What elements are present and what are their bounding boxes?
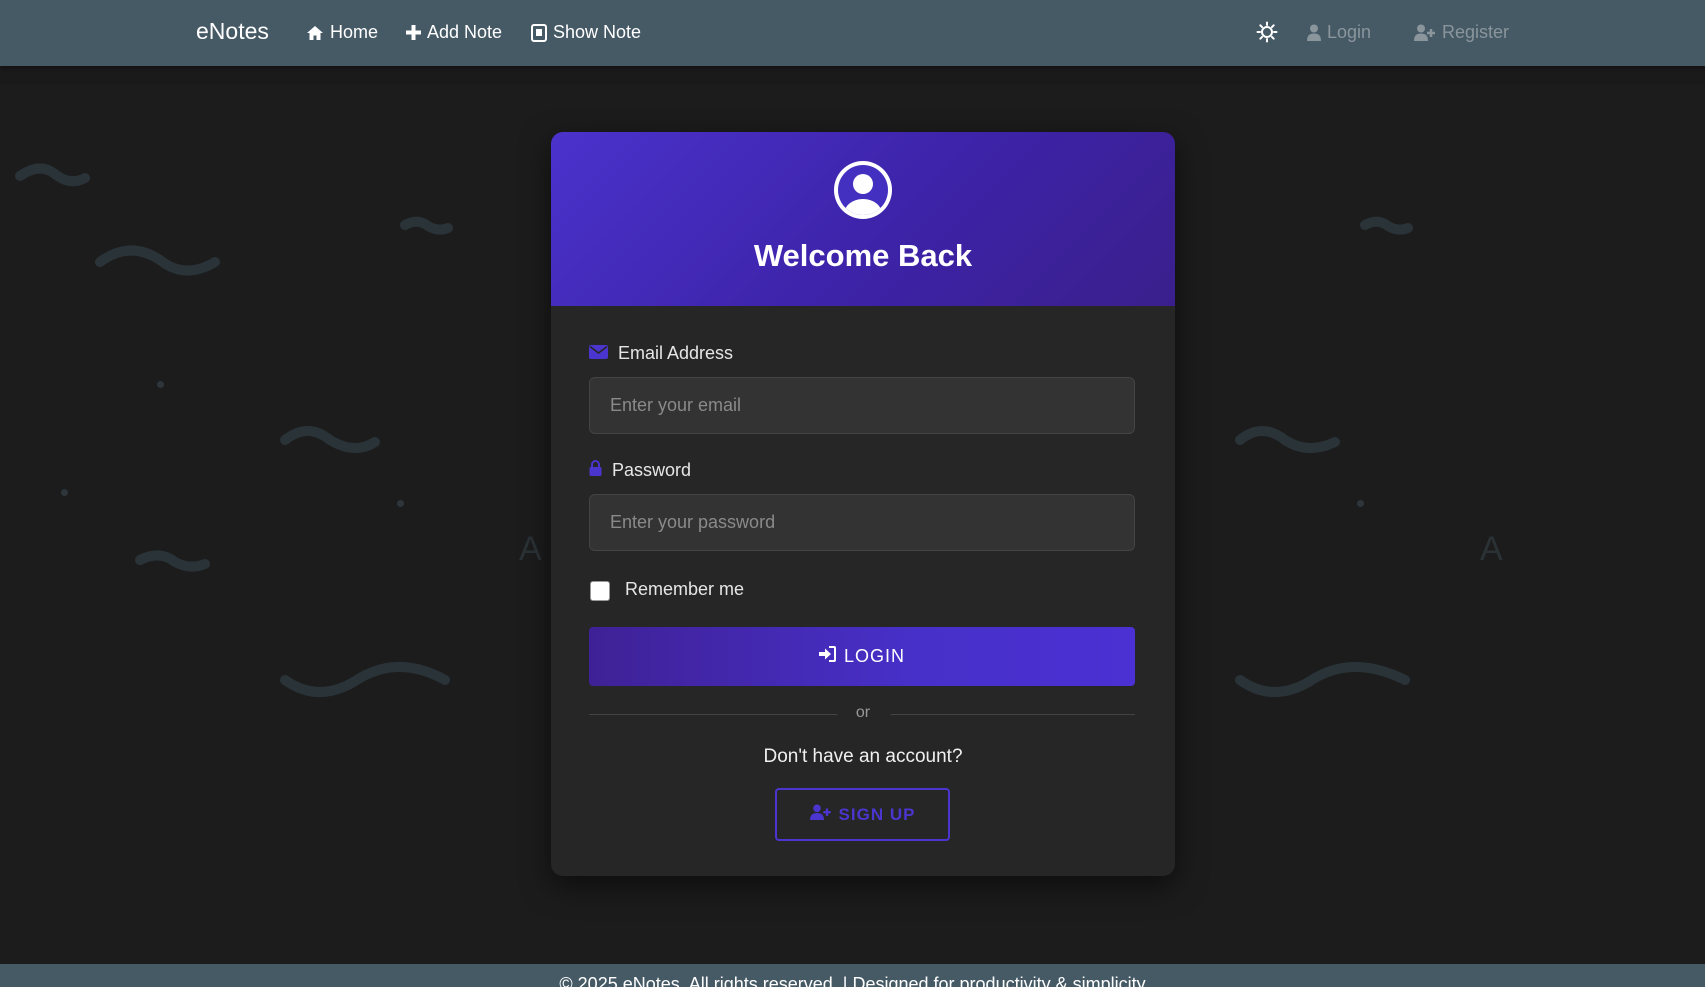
login-card: Welcome Back Email Address Password Reme… — [551, 132, 1175, 876]
nav-add-note-label: Add Note — [427, 22, 503, 42]
footer-text: © 2025 eNotes. All rights reserved. | De… — [559, 974, 1146, 987]
remember-me-checkbox[interactable] — [590, 581, 610, 601]
user-circle-icon — [833, 160, 893, 225]
email-label: Email Address — [589, 343, 733, 364]
user-plus-icon — [809, 804, 831, 825]
background-dot — [1357, 500, 1364, 507]
divider-line-right — [891, 714, 1135, 715]
nav-login-label: Login — [1327, 22, 1372, 42]
signup-button[interactable]: SIGN UP — [775, 788, 950, 841]
remember-me-label[interactable]: Remember me — [625, 579, 744, 600]
background-dot — [157, 381, 164, 388]
home-icon — [306, 25, 324, 41]
nav-home[interactable]: Home — [306, 22, 378, 43]
nav-register-label: Register — [1442, 22, 1510, 42]
login-button[interactable]: LOGIN — [589, 627, 1135, 686]
user-icon — [1307, 24, 1321, 41]
signup-prompt: Don't have an account? — [763, 746, 963, 767]
brand-logo[interactable]: eNotes — [196, 18, 269, 45]
envelope-icon — [589, 343, 608, 364]
password-label-text: Password — [612, 460, 692, 480]
navbar-shadow-strip — [0, 66, 1705, 84]
nav-show-note[interactable]: Show Note — [531, 22, 641, 43]
sun-icon — [1256, 21, 1278, 47]
lock-icon — [589, 460, 602, 481]
email-input[interactable] — [589, 377, 1135, 434]
card-header: Welcome Back — [551, 132, 1175, 306]
page-title: Welcome Back — [753, 238, 973, 273]
plus-icon — [406, 25, 421, 40]
login-button-label: LOGIN — [843, 646, 905, 666]
background-glyph: A — [519, 530, 542, 568]
nav-add-note[interactable]: Add Note — [406, 22, 502, 43]
divider-text: or — [855, 704, 871, 721]
nav-home-label: Home — [330, 22, 379, 42]
nav-show-note-label: Show Note — [553, 22, 642, 42]
background-glyph: A — [1480, 530, 1503, 568]
sign-in-icon — [818, 646, 836, 667]
theme-toggle-button[interactable] — [1256, 21, 1278, 48]
footer: © 2025 eNotes. All rights reserved. | De… — [0, 964, 1705, 987]
navbar: eNotes Home Add Note Show Note Login Reg… — [0, 0, 1705, 66]
background-dot — [61, 489, 68, 496]
note-icon — [531, 23, 547, 42]
nav-login[interactable]: Login — [1307, 22, 1371, 43]
nav-register[interactable]: Register — [1414, 22, 1509, 43]
password-input[interactable] — [589, 494, 1135, 551]
password-label: Password — [589, 460, 691, 481]
email-label-text: Email Address — [618, 343, 734, 363]
user-plus-icon — [1414, 24, 1436, 41]
background-dot — [397, 500, 404, 507]
signup-button-label: SIGN UP — [838, 804, 916, 824]
